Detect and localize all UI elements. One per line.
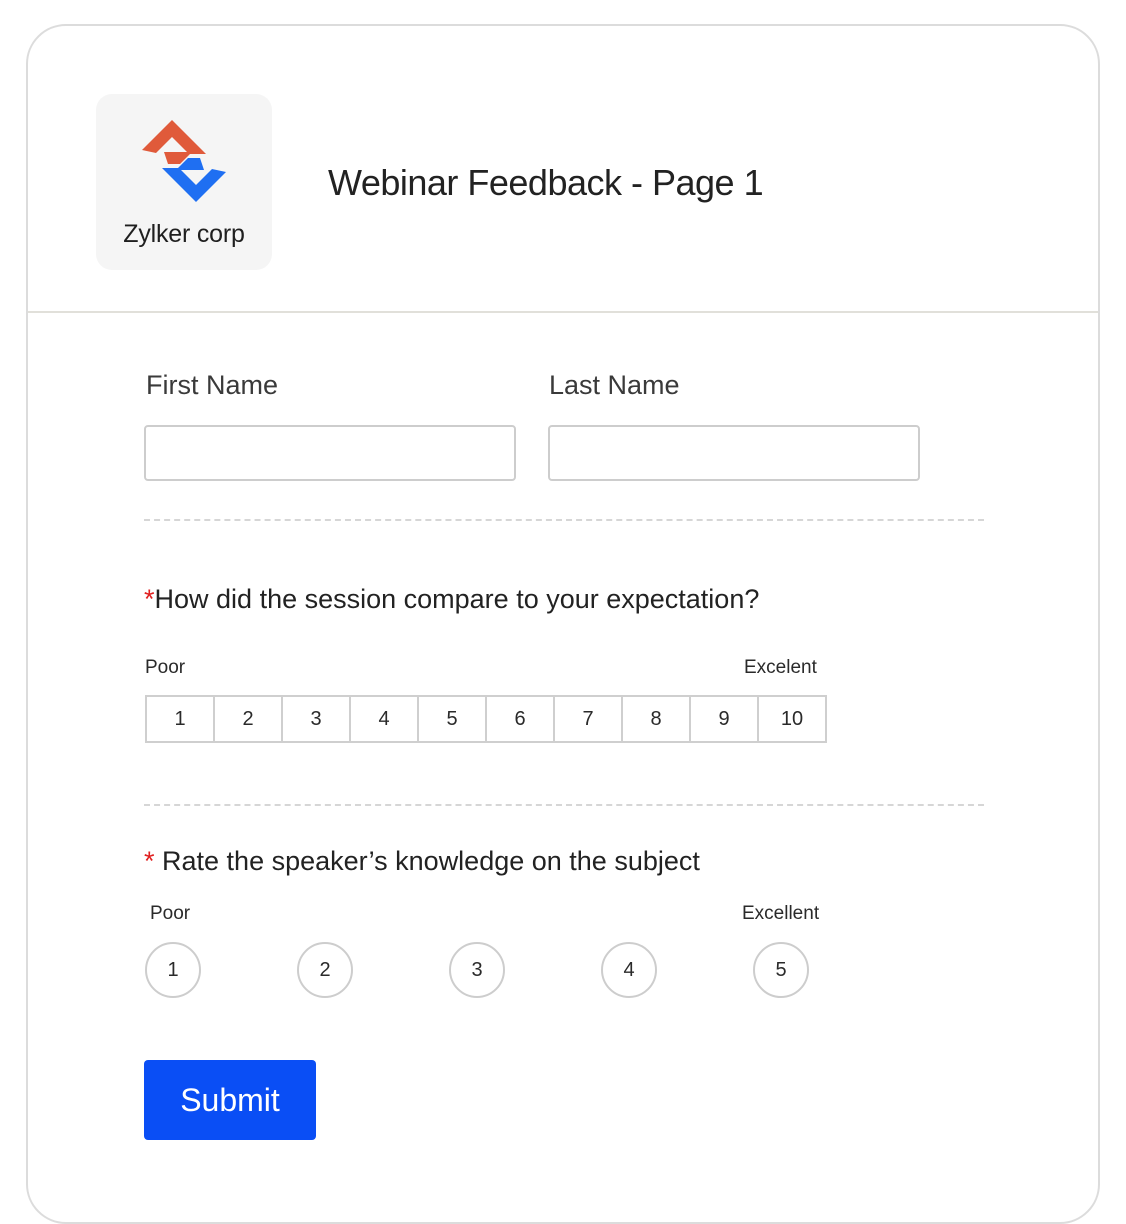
logo-blue-shape xyxy=(162,168,226,202)
required-asterisk: * xyxy=(144,584,155,614)
required-asterisk: * xyxy=(144,846,155,876)
rating-low-label: Poor xyxy=(150,903,191,924)
scale-option-10[interactable]: 10 xyxy=(759,697,825,741)
question-expectation: *How did the session compare to your exp… xyxy=(144,584,759,615)
question-text: Rate the speaker’s knowledge on the subj… xyxy=(154,846,700,876)
logo-text: Zylker corp xyxy=(123,220,245,248)
section-divider xyxy=(144,804,984,806)
form-card: Zylker corp Webinar Feedback - Page 1 Fi… xyxy=(26,24,1100,1224)
first-name-label: First Name xyxy=(146,370,279,400)
scale-option-8[interactable]: 8 xyxy=(623,697,691,741)
rating-option-4[interactable]: 4 xyxy=(601,942,657,998)
rating-option-5[interactable]: 5 xyxy=(753,942,809,998)
rating-option-3[interactable]: 3 xyxy=(449,942,505,998)
last-name-input[interactable] xyxy=(548,425,920,481)
scale-option-7[interactable]: 7 xyxy=(555,697,623,741)
rating-scale-1-10: 1 2 3 4 5 6 7 8 9 10 xyxy=(145,695,827,743)
company-logo: Zylker corp xyxy=(96,94,272,270)
scale-low-label: Poor xyxy=(145,657,186,678)
question-speaker-knowledge: * Rate the speaker’s knowledge on the su… xyxy=(144,846,700,877)
scale-option-9[interactable]: 9 xyxy=(691,697,759,741)
form-header: Zylker corp Webinar Feedback - Page 1 xyxy=(28,26,1098,313)
scale-option-6[interactable]: 6 xyxy=(487,697,555,741)
zylker-logo-icon xyxy=(142,120,226,202)
logo-orange-shape xyxy=(142,120,206,154)
scale-high-label: Excelent xyxy=(744,657,817,678)
rating-option-2[interactable]: 2 xyxy=(297,942,353,998)
scale-option-1[interactable]: 1 xyxy=(147,697,215,741)
submit-button[interactable]: Submit xyxy=(144,1060,316,1140)
scale-option-2[interactable]: 2 xyxy=(215,697,283,741)
question-text: How did the session compare to your expe… xyxy=(154,584,760,614)
rating-high-label: Excellent xyxy=(742,903,820,924)
last-name-label: Last Name xyxy=(549,370,680,400)
scale-option-5[interactable]: 5 xyxy=(419,697,487,741)
scale-option-3[interactable]: 3 xyxy=(283,697,351,741)
first-name-input[interactable] xyxy=(144,425,516,481)
section-divider xyxy=(144,519,984,521)
form-title: Webinar Feedback - Page 1 xyxy=(328,162,764,203)
scale-option-4[interactable]: 4 xyxy=(351,697,419,741)
rating-option-1[interactable]: 1 xyxy=(145,942,201,998)
